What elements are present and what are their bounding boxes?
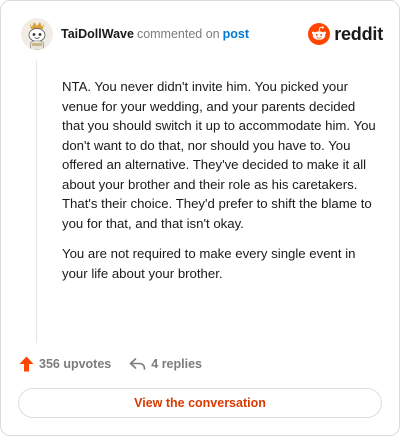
commented-on-text: commented on <box>136 27 220 41</box>
thread-line <box>36 61 37 343</box>
upvotes-count: 356 upvotes <box>39 357 112 371</box>
replies-count: 4 replies <box>151 357 202 371</box>
reply-arrow-icon <box>129 358 146 370</box>
comment-paragraph: You are not required to make every singl… <box>62 246 356 281</box>
snoo-avatar-icon <box>21 18 53 50</box>
view-conversation-button[interactable]: View the conversation <box>18 388 382 418</box>
comment-body: NTA. You never didn't invite him. You pi… <box>62 77 380 294</box>
replies-button[interactable]: 4 replies <box>129 357 202 371</box>
user-avatar[interactable] <box>21 18 53 50</box>
reddit-wordmark: reddit <box>334 23 383 44</box>
post-link[interactable]: post <box>223 27 249 41</box>
comment-paragraph: NTA. You never didn't invite him. You pi… <box>62 79 376 231</box>
comment-byline: TaiDollWave commented on post <box>61 18 249 50</box>
comment-actions: 356 upvotes 4 replies <box>19 353 202 375</box>
username-link[interactable]: TaiDollWave <box>61 27 134 41</box>
reddit-comment-embed: TaiDollWave commented on post reddit NTA. … <box>0 0 400 436</box>
reddit-snoo-icon <box>308 23 331 45</box>
upvotes-button[interactable]: 356 upvotes <box>19 356 111 372</box>
comment-header: TaiDollWave commented on post reddit <box>21 18 383 50</box>
reddit-logo[interactable]: reddit <box>308 23 383 45</box>
upvote-arrow-icon <box>19 356 34 372</box>
